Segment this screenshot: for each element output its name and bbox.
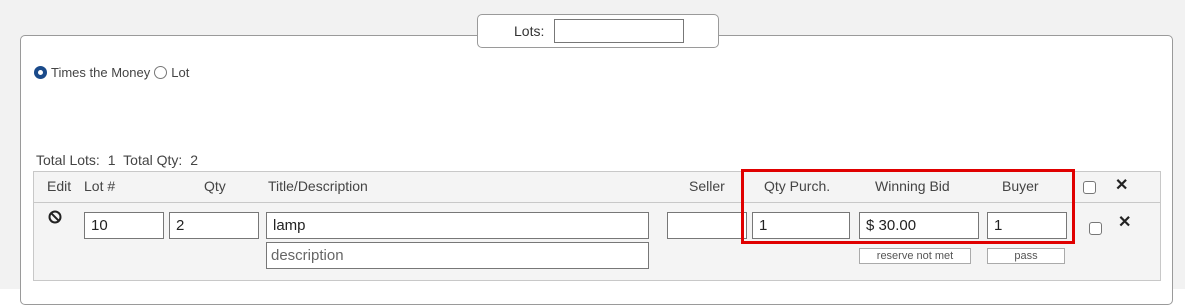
header-divider bbox=[34, 202, 1160, 203]
edit-ban-icon[interactable] bbox=[48, 210, 62, 229]
lots-filter: Lots: bbox=[477, 14, 719, 48]
total-qty-value: 2 bbox=[190, 152, 198, 168]
pass-button[interactable]: pass bbox=[987, 248, 1065, 264]
lot-number-input[interactable]: 10 bbox=[84, 212, 164, 239]
lots-filter-label: Lots: bbox=[514, 23, 545, 39]
radio-times-the-money-label[interactable]: Times the Money bbox=[51, 65, 150, 80]
delete-all-close-icon[interactable]: ✕ bbox=[1115, 175, 1128, 195]
seller-input[interactable] bbox=[667, 212, 747, 239]
header-edit: Edit bbox=[47, 178, 72, 194]
totals-summary: Total Lots: 1 Total Qty: 2 bbox=[36, 152, 202, 168]
total-qty-label: Total Qty: bbox=[123, 152, 183, 168]
radio-lot[interactable] bbox=[154, 66, 168, 79]
total-lots-value: 1 bbox=[107, 152, 116, 168]
lots-filter-input[interactable] bbox=[554, 19, 684, 43]
header-title-description: Title/Description bbox=[268, 178, 368, 194]
radio-lot-label[interactable]: Lot bbox=[171, 65, 189, 80]
mode-radio-group: Times the Money Lot bbox=[34, 65, 193, 80]
radio-times-the-money[interactable] bbox=[34, 66, 47, 79]
title-input[interactable]: lamp bbox=[266, 212, 649, 239]
row-select-checkbox[interactable] bbox=[1089, 222, 1102, 235]
header-qty-purchased: Qty Purch. bbox=[764, 178, 831, 194]
qty-purchased-input[interactable]: 1 bbox=[752, 212, 850, 239]
header-seller: Seller bbox=[689, 178, 725, 194]
lots-table: Edit Lot # Qty Title/Description Seller … bbox=[33, 171, 1161, 281]
header-qty: Qty bbox=[204, 178, 226, 194]
buyer-input[interactable]: 1 bbox=[987, 212, 1067, 239]
reserve-not-met-button[interactable]: reserve not met bbox=[859, 248, 971, 264]
header-lot-number: Lot # bbox=[84, 178, 116, 194]
header-winning-bid: Winning Bid bbox=[875, 178, 950, 194]
qty-input[interactable]: 2 bbox=[169, 212, 259, 239]
row-delete-close-icon[interactable]: ✕ bbox=[1118, 212, 1131, 232]
total-lots-label: Total Lots: bbox=[36, 152, 100, 168]
winning-bid-input[interactable]: $ 30.00 bbox=[859, 212, 979, 239]
description-input[interactable]: description bbox=[266, 242, 649, 269]
select-all-checkbox[interactable] bbox=[1083, 181, 1096, 194]
header-buyer: Buyer bbox=[1002, 178, 1039, 194]
